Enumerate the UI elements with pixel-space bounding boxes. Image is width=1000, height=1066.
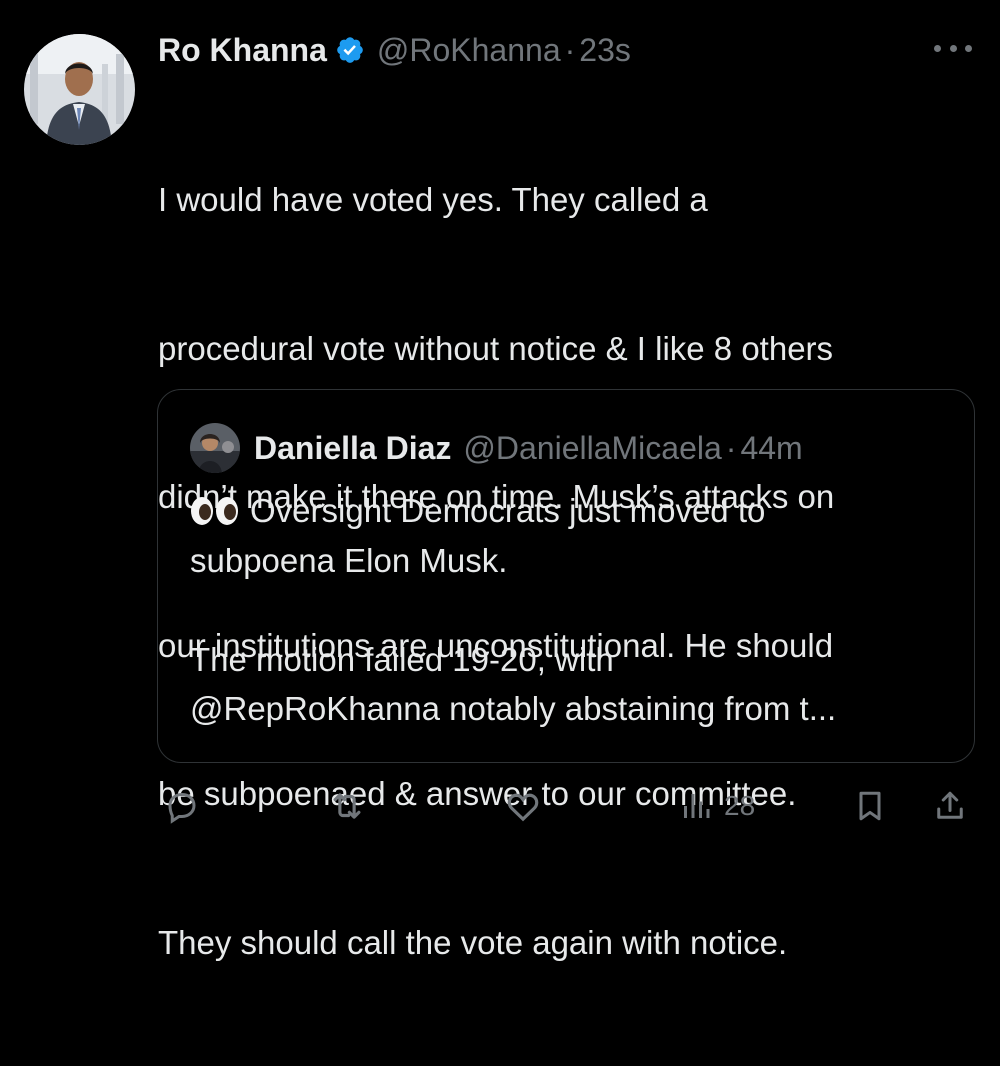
separator-dot: ·	[564, 31, 576, 68]
like-icon	[507, 793, 539, 822]
reply-icon	[168, 792, 196, 824]
share-icon	[937, 791, 963, 819]
author-handle[interactable]: @RoKhanna	[377, 32, 561, 69]
author-avatar-image	[24, 34, 135, 145]
bookmark-icon	[859, 791, 881, 821]
tweet-body-line: procedural vote without notice & I like …	[158, 329, 834, 367]
tweet[interactable]: Ro Khanna @RoKhanna · 23s I would have v…	[0, 0, 1000, 961]
quoted-tweet-body: Oversight Democrats just moved to subpoe…	[190, 486, 950, 734]
tweet-timestamp[interactable]: 23s	[579, 32, 631, 69]
separator-dot: ·	[725, 429, 737, 466]
share-button[interactable]	[932, 786, 968, 826]
quoted-tweet-line: Oversight Democrats just moved to	[190, 486, 950, 536]
views-icon	[684, 794, 710, 818]
more-icon[interactable]	[934, 34, 972, 62]
quoted-tweet-line: subpoena Elon Musk.	[190, 541, 508, 579]
quoted-tweet-line-text: Oversight Democrats just moved to	[250, 492, 766, 529]
views-count: 28	[724, 790, 756, 821]
verified-badge-icon	[335, 35, 365, 65]
tweet-body-line: I would have voted yes. They called a	[158, 181, 708, 218]
reply-button[interactable]	[164, 786, 200, 826]
quoted-tweet-line[interactable]: @RepRoKhanna notably abstaining from t..…	[190, 684, 950, 734]
tweet-actions: 28	[158, 786, 978, 826]
quoted-tweet-line: The motion failed 19-20, with	[190, 640, 614, 678]
like-button[interactable]	[504, 786, 542, 826]
views-button[interactable]: 28	[678, 786, 755, 826]
retweet-icon	[333, 793, 361, 819]
quoted-author-handle[interactable]: @DaniellaMicaela	[463, 430, 721, 467]
bookmark-button[interactable]	[852, 786, 888, 826]
tweet-header: Ro Khanna @RoKhanna · 23s	[158, 28, 631, 72]
quoted-author-avatar[interactable]	[190, 423, 240, 473]
eyes-emoji-icon	[190, 490, 240, 525]
quoted-author-display-name[interactable]: Daniella Diaz	[254, 430, 451, 467]
quoted-tweet-header: Daniella Diaz @DaniellaMicaela · 44m	[190, 423, 803, 473]
tweet-body-line: They should call the vote again with not…	[158, 923, 788, 961]
paragraph-break	[190, 585, 950, 635]
quoted-tweet[interactable]: Daniella Diaz @DaniellaMicaela · 44m Ove…	[157, 389, 975, 763]
author-avatar[interactable]	[24, 34, 135, 145]
author-display-name[interactable]: Ro Khanna	[158, 32, 327, 69]
retweet-button[interactable]	[328, 786, 366, 826]
quoted-tweet-timestamp[interactable]: 44m	[740, 430, 802, 467]
